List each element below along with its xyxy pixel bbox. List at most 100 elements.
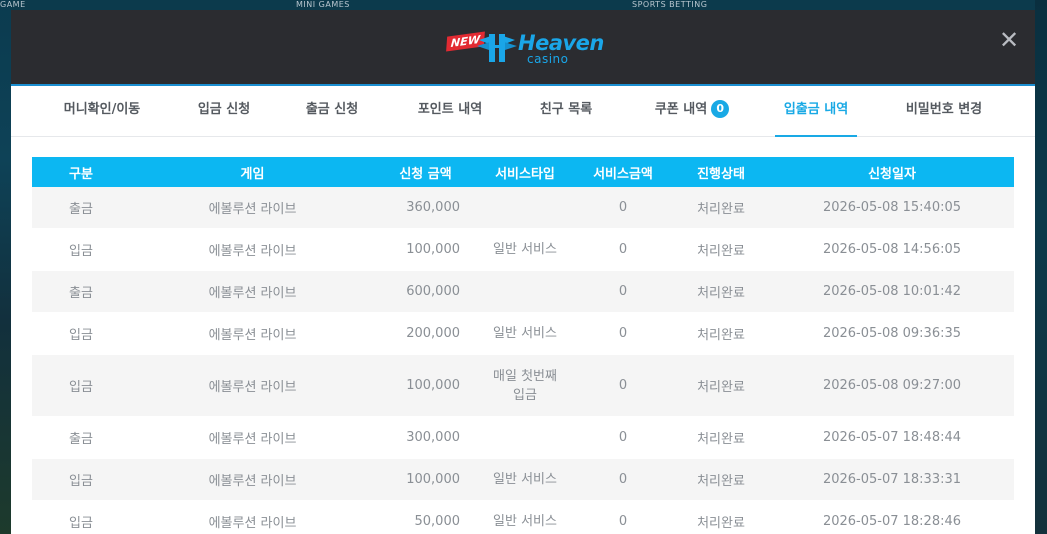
cell-service-type: 일반 서비스 (476, 228, 574, 271)
cell-service-type: 일반 서비스 (476, 458, 574, 501)
tab-withdraw-request[interactable]: 출금 신청 (277, 86, 387, 136)
column-header: 게임 (130, 157, 375, 187)
tab-label: 머니확인/이동 (63, 102, 141, 117)
tab-label: 입출금 내역 (783, 102, 849, 117)
heaven-casino-logo: NEW Heaven casino (446, 30, 607, 70)
cell-game: 에볼루션 라이브 (130, 458, 375, 501)
column-header: 서비스타입 (476, 157, 574, 187)
tab-label: 비밀번호 변경 (905, 102, 983, 117)
cell-type: 입금 (32, 228, 130, 271)
cell-game: 에볼루션 라이브 (130, 312, 375, 355)
tab-label: 출금 신청 (305, 102, 359, 117)
cell-status: 처리완료 (672, 270, 770, 313)
tab-change-password[interactable]: 비밀번호 변경 (887, 86, 1001, 136)
cell-amount: 200,000 (375, 312, 476, 355)
cell-status: 처리완료 (672, 312, 770, 355)
background-right-edge (1035, 0, 1047, 534)
cell-service-amount: 0 (574, 187, 672, 229)
cell-date: 2026-05-07 18:48:44 (770, 416, 1014, 459)
transaction-history-modal: NEW Heaven casino ✕ 머니확인/이동 입금 신청 출금 신청 … (11, 10, 1035, 534)
cell-date: 2026-05-08 14:56:05 (770, 228, 1014, 271)
background-nav-sports: SPORTS BETTING (632, 0, 708, 9)
cell-amount: 600,000 (375, 270, 476, 313)
cell-service-amount: 0 (574, 270, 672, 313)
cell-type: 입금 (32, 312, 130, 355)
cell-status: 처리완료 (672, 416, 770, 459)
tab-coupon-history[interactable]: 쿠폰 내역 0 (619, 86, 765, 136)
cell-service-amount: 0 (574, 500, 672, 534)
cell-date: 2026-05-08 09:36:35 (770, 312, 1014, 355)
cell-service-type (476, 416, 574, 459)
background-nav-game: GAME (0, 0, 26, 9)
modal-header: NEW Heaven casino ✕ (11, 10, 1035, 86)
tab-friend-list[interactable]: 친구 목록 (513, 86, 619, 136)
background-left-edge (0, 0, 11, 534)
cell-type: 입금 (32, 354, 130, 417)
tab-point-history[interactable]: 포인트 내역 (387, 86, 513, 136)
cell-service-type: 일반 서비스 (476, 500, 574, 534)
cell-game: 에볼루션 라이브 (130, 416, 375, 459)
cell-status: 처리완료 (672, 187, 770, 229)
tab-label: 친구 목록 (539, 102, 593, 117)
cell-amount: 50,000 (375, 500, 476, 534)
cell-service-type (476, 187, 574, 229)
cell-type: 출금 (32, 187, 130, 229)
cell-status: 처리완료 (672, 500, 770, 534)
cell-status: 처리완료 (672, 458, 770, 501)
table-row: 출금 에볼루션 라이브 360,000 0 처리완료 2026-05-08 15… (32, 187, 1014, 229)
tab-label: 쿠폰 내역 (654, 102, 708, 117)
cell-type: 출금 (32, 270, 130, 313)
column-header: 진행상태 (672, 157, 770, 187)
cell-date: 2026-05-08 09:27:00 (770, 354, 1014, 417)
cell-date: 2026-05-08 15:40:05 (770, 187, 1014, 229)
cell-service-type: 일반 서비스 (476, 312, 574, 355)
coupon-count-badge: 0 (711, 99, 730, 118)
cell-game: 에볼루션 라이브 (130, 270, 375, 313)
table-row: 입금 에볼루션 라이브 200,000 일반 서비스 0 처리완료 2026-0… (32, 312, 1014, 355)
cell-date: 2026-05-08 10:01:42 (770, 270, 1014, 313)
tab-transaction-history[interactable]: 입출금 내역 (775, 86, 857, 137)
background-nav-strip (0, 0, 1047, 10)
column-header: 구분 (32, 157, 130, 187)
cell-service-amount: 0 (574, 312, 672, 355)
cell-amount: 300,000 (375, 416, 476, 459)
tab-label: 포인트 내역 (417, 102, 483, 117)
column-header: 신청일자 (770, 157, 1014, 187)
table-row: 출금 에볼루션 라이브 300,000 0 처리완료 2026-05-07 18… (32, 416, 1014, 459)
cell-service-amount: 0 (574, 354, 672, 417)
tab-money-check[interactable]: 머니확인/이동 (33, 86, 171, 136)
cell-type: 입금 (32, 458, 130, 501)
cell-game: 에볼루션 라이브 (130, 228, 375, 271)
cell-status: 처리완료 (672, 354, 770, 417)
cell-amount: 360,000 (375, 187, 476, 229)
table-row: 출금 에볼루션 라이브 600,000 0 처리완료 2026-05-08 10… (32, 270, 1014, 313)
table-row: 입금 에볼루션 라이브 100,000 일반 서비스 0 처리완료 2026-0… (32, 458, 1014, 501)
cell-service-type (476, 270, 574, 313)
column-header: 신청 금액 (375, 157, 476, 187)
transaction-history-table: 구분 게임 신청 금액 서비스타입 서비스금액 진행상태 신청일자 출금 에볼루… (32, 157, 1014, 534)
column-header: 서비스금액 (574, 157, 672, 187)
background-nav-mini-games: MINI GAMES (296, 0, 350, 9)
cell-game: 에볼루션 라이브 (130, 500, 375, 534)
cell-game: 에볼루션 라이브 (130, 354, 375, 417)
cell-service-type: 매일 첫번째 입금 (476, 354, 574, 417)
cell-game: 에볼루션 라이브 (130, 187, 375, 229)
table-row: 입금 에볼루션 라이브 50,000 일반 서비스 0 처리완료 2026-05… (32, 500, 1014, 534)
cell-amount: 100,000 (375, 458, 476, 501)
cell-amount: 100,000 (375, 228, 476, 271)
table-header-row: 구분 게임 신청 금액 서비스타입 서비스금액 진행상태 신청일자 (32, 157, 1014, 187)
tab-label: 입금 신청 (197, 102, 251, 117)
cell-status: 처리완료 (672, 228, 770, 271)
cell-type: 출금 (32, 416, 130, 459)
tab-deposit-request[interactable]: 입금 신청 (171, 86, 277, 136)
cell-date: 2026-05-07 18:28:46 (770, 500, 1014, 534)
table-row: 입금 에볼루션 라이브 100,000 매일 첫번째 입금 0 처리완료 202… (32, 354, 1014, 417)
logo-sub-text: casino (527, 52, 569, 66)
table-row: 입금 에볼루션 라이브 100,000 일반 서비스 0 처리완료 2026-0… (32, 228, 1014, 271)
close-icon[interactable]: ✕ (997, 28, 1021, 52)
winged-h-logo-icon (477, 34, 517, 62)
cell-service-amount: 0 (574, 416, 672, 459)
cell-service-amount: 0 (574, 458, 672, 501)
cell-date: 2026-05-07 18:33:31 (770, 458, 1014, 501)
cell-service-amount: 0 (574, 228, 672, 271)
